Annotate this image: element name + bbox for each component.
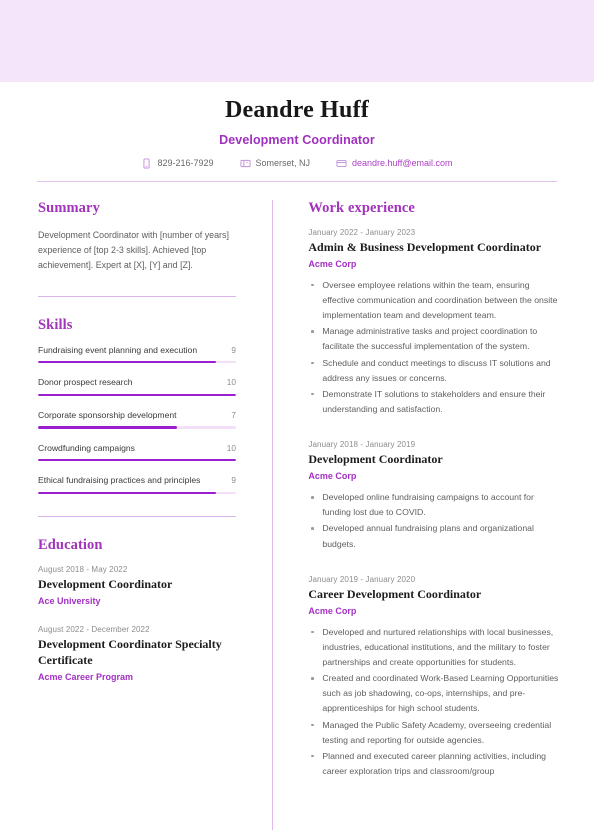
work-bullets: Developed online fundraising campaigns t… bbox=[308, 490, 564, 552]
work-org: Acme Corp bbox=[308, 259, 357, 270]
skill-bar bbox=[38, 458, 236, 462]
skill-item: Ethical fundraising practices and princi… bbox=[38, 475, 236, 495]
skill-bar bbox=[38, 491, 236, 495]
resume-header: Deandre Huff Development Coordinator 829… bbox=[0, 82, 594, 169]
work-bullet: Developed online fundraising campaigns t… bbox=[308, 490, 564, 520]
education-date: August 2018 - May 2022 bbox=[38, 565, 128, 575]
education-org: Ace University bbox=[38, 596, 101, 607]
skill-item: Fundraising event planning and execution… bbox=[38, 345, 236, 364]
work-title: Career Development Coordinator bbox=[308, 586, 482, 601]
skill-bar-fill bbox=[38, 426, 177, 429]
candidate-name: Deandre Huff bbox=[225, 97, 369, 123]
work-bullets: Oversee employee relations within the te… bbox=[308, 278, 564, 417]
resume-page: Deandre Huff Development Coordinator 829… bbox=[0, 82, 594, 830]
skill-name: Ethical fundraising practices and princi… bbox=[38, 475, 201, 486]
contact-email-value: deandre.huff@email.com bbox=[352, 158, 453, 169]
work-entry: January 2018 - January 2019 Development … bbox=[308, 440, 564, 552]
skill-bar bbox=[38, 360, 236, 364]
skill-name: Donor prospect research bbox=[38, 377, 133, 388]
skill-score: 9 bbox=[231, 475, 236, 486]
work-experience-heading: Work experience bbox=[308, 199, 415, 216]
work-bullet: Managed the Public Safety Academy, overs… bbox=[308, 718, 564, 748]
contact-phone[interactable]: 829-216-7929 bbox=[141, 158, 214, 169]
skills-education-divider bbox=[38, 516, 236, 518]
work-entry: January 2019 - January 2020 Career Devel… bbox=[308, 575, 564, 779]
skill-bar-fill bbox=[38, 360, 217, 364]
summary-heading: Summary bbox=[38, 199, 100, 216]
skill-bar-fill bbox=[38, 393, 236, 397]
work-bullet: Developed and nurtured relationships wit… bbox=[308, 625, 564, 670]
summary-section: Summary Development Coordinator with [nu… bbox=[38, 200, 236, 274]
education-heading: Education bbox=[38, 537, 103, 554]
work-bullet: Created and coordinated Work-Based Learn… bbox=[308, 671, 564, 716]
skill-item: Crowdfunding campaigns 10 bbox=[38, 443, 236, 462]
top-banner bbox=[0, 0, 594, 82]
education-entry: August 2022 - December 2022 Development … bbox=[38, 625, 236, 683]
work-bullet: Schedule and conduct meetings to discuss… bbox=[308, 356, 564, 386]
skill-name: Crowdfunding campaigns bbox=[38, 442, 135, 453]
skill-bar bbox=[38, 426, 236, 429]
summary-text: Development Coordinator with [number of … bbox=[38, 229, 229, 271]
phone-icon bbox=[141, 158, 152, 169]
contact-row: 829-216-7929 Somerset, NJ deandre.huff@e… bbox=[0, 158, 594, 169]
work-experience-section: Work experience January 2022 - January 2… bbox=[308, 200, 564, 779]
skill-score: 7 bbox=[231, 410, 236, 421]
skills-section: Skills Fundraising event planning and ex… bbox=[38, 316, 236, 495]
contact-address[interactable]: Somerset, NJ bbox=[239, 158, 311, 169]
skill-score: 10 bbox=[226, 442, 236, 453]
education-date: August 2022 - December 2022 bbox=[38, 625, 150, 635]
skill-name: Corporate sponsorship development bbox=[38, 410, 177, 421]
right-column: Work experience January 2022 - January 2… bbox=[308, 200, 564, 830]
skill-score: 9 bbox=[231, 344, 236, 355]
candidate-job-title: Development Coordinator bbox=[219, 132, 375, 147]
work-org: Acme Corp bbox=[308, 471, 357, 482]
resume-columns: Summary Development Coordinator with [nu… bbox=[0, 182, 594, 830]
education-entry: August 2018 - May 2022 Development Coord… bbox=[38, 565, 236, 608]
work-title: Development Coordinator bbox=[308, 452, 443, 467]
education-title: Development Coordinator bbox=[38, 577, 173, 592]
contact-email[interactable]: deandre.huff@email.com bbox=[336, 158, 453, 169]
work-bullets: Developed and nurtured relationships wit… bbox=[308, 625, 564, 779]
summary-skills-divider bbox=[38, 295, 236, 297]
work-title: Admin & Business Development Coordinator bbox=[308, 239, 542, 254]
work-date: January 2019 - January 2020 bbox=[308, 574, 416, 584]
work-bullet: Planned and executed career planning act… bbox=[308, 749, 564, 779]
education-section: Education August 2018 - May 2022 Develop… bbox=[38, 537, 236, 683]
skill-score: 10 bbox=[226, 377, 236, 388]
work-bullet: Oversee employee relations within the te… bbox=[308, 278, 564, 323]
skill-bar-fill bbox=[38, 458, 236, 462]
work-bullet: Demonstrate IT solutions to stakeholders… bbox=[308, 387, 564, 417]
contact-phone-value: 829-216-7929 bbox=[157, 158, 214, 169]
skill-name: Fundraising event planning and execution bbox=[38, 344, 198, 355]
skill-item: Donor prospect research 10 bbox=[38, 377, 236, 397]
skill-item: Corporate sponsorship development 7 bbox=[38, 410, 236, 429]
skill-bar bbox=[38, 393, 236, 397]
email-icon bbox=[336, 158, 347, 169]
education-org: Acme Career Program bbox=[38, 671, 134, 682]
work-date: January 2018 - January 2019 bbox=[308, 440, 416, 450]
work-entry: January 2022 - January 2023 Admin & Busi… bbox=[308, 228, 564, 417]
work-bullet: Manage administrative tasks and project … bbox=[308, 324, 564, 354]
address-icon bbox=[239, 158, 251, 169]
work-date: January 2022 - January 2023 bbox=[308, 227, 416, 237]
left-column: Summary Development Coordinator with [nu… bbox=[38, 200, 236, 830]
skill-bar-fill bbox=[38, 491, 217, 495]
work-org: Acme Corp bbox=[308, 606, 357, 617]
contact-address-value: Somerset, NJ bbox=[255, 158, 311, 169]
skills-heading: Skills bbox=[38, 316, 73, 333]
work-bullet: Developed annual fundraising plans and o… bbox=[308, 521, 564, 551]
education-title: Development Coordinator Specialty Certif… bbox=[38, 637, 222, 667]
